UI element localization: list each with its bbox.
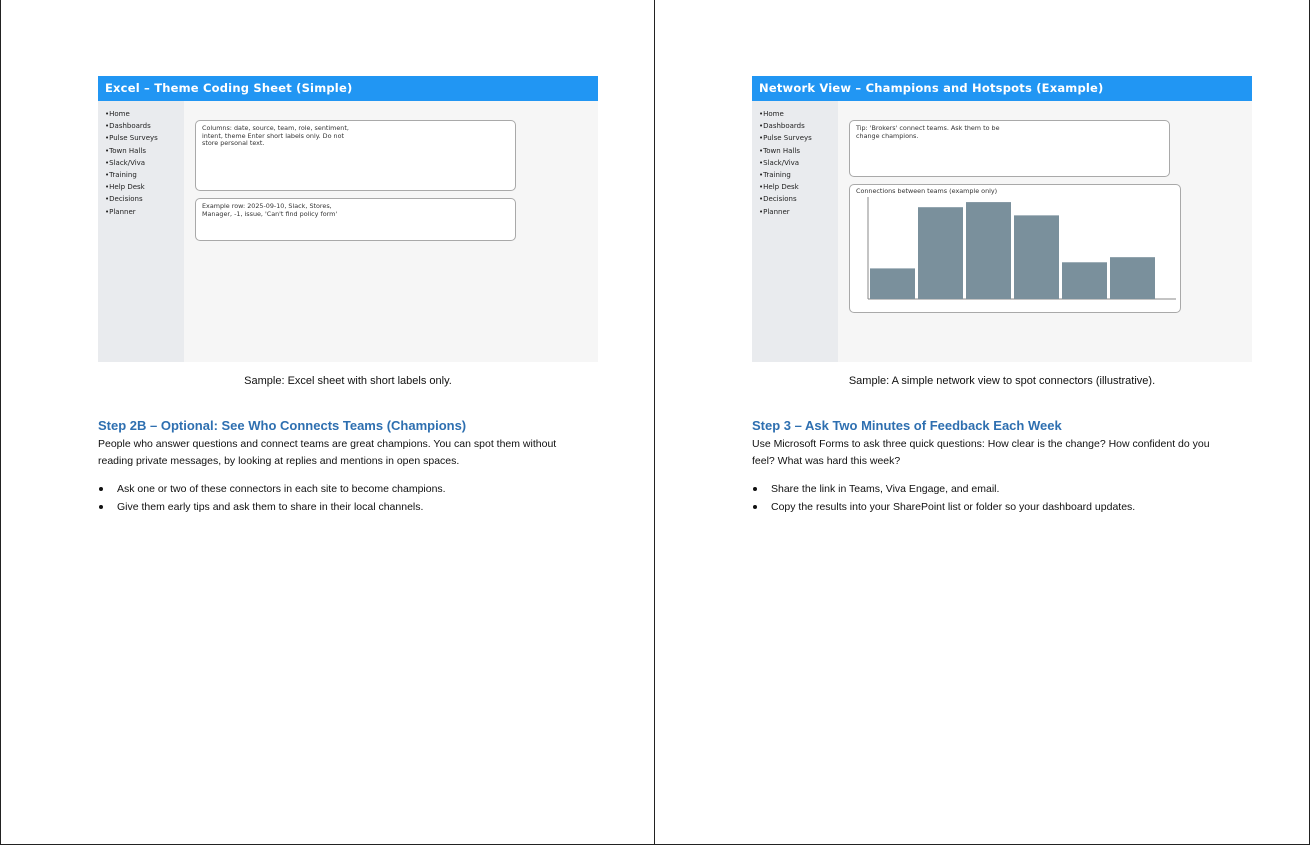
excel-sheet-figure: Excel – Theme Coding Sheet (Simple) Home…	[98, 76, 598, 362]
sidebar-item-slack-viva: Slack/Viva	[105, 157, 184, 169]
sidebar-item-pulse-surveys: Pulse Surveys	[105, 132, 184, 144]
list-item: Share the link in Teams, Viva Engage, an…	[752, 480, 1232, 498]
document-page-right: Network View – Champions and Hotspots (E…	[654, 0, 1310, 845]
sidebar-item-planner: Planner	[105, 206, 184, 218]
sidebar-item-help-desk: Help Desk	[759, 181, 838, 193]
sidebar-item-dashboards: Dashboards	[105, 120, 184, 132]
list-item: Ask one or two of these connectors in ea…	[98, 480, 578, 498]
chart-bar	[1062, 262, 1107, 299]
sidebar-list: Home Dashboards Pulse Surveys Town Halls…	[752, 101, 838, 218]
sidebar-item-training: Training	[105, 169, 184, 181]
figure-title: Network View – Champions and Hotspots (E…	[752, 76, 1252, 101]
figure-title: Excel – Theme Coding Sheet (Simple)	[98, 76, 598, 101]
sidebar-item-town-halls: Town Halls	[759, 145, 838, 157]
sidebar-item-dashboards: Dashboards	[759, 120, 838, 132]
sidebar-item-pulse-surveys: Pulse Surveys	[759, 132, 838, 144]
connections-chart-card: Connections between teams (example only)	[849, 184, 1181, 313]
section-paragraph: Use Microsoft Forms to ask three quick q…	[752, 438, 1210, 467]
chart-bar	[918, 207, 963, 299]
sidebar-item-decisions: Decisions	[759, 193, 838, 205]
columns-note-text: Columns: date, source, team, role, senti…	[202, 124, 349, 148]
sidebar-item-home: Home	[105, 108, 184, 120]
chart-bar	[870, 268, 915, 299]
bullet-list: Share the link in Teams, Viva Engage, an…	[752, 480, 1232, 516]
columns-note-card: Columns: date, source, team, role, senti…	[195, 120, 516, 191]
section-paragraph: People who answer questions and connect …	[98, 438, 557, 467]
list-item: Copy the results into your SharePoint li…	[752, 498, 1232, 516]
network-view-figure: Network View – Champions and Hotspots (E…	[752, 76, 1252, 362]
sidebar-item-training: Training	[759, 169, 838, 181]
bar-chart	[867, 197, 1176, 300]
sidebar-item-decisions: Decisions	[105, 193, 184, 205]
example-row-card: Example row: 2025-09-10, Slack, Stores, …	[195, 198, 516, 241]
document-page-left: Excel – Theme Coding Sheet (Simple) Home…	[0, 0, 655, 845]
section-heading: Step 3 – Ask Two Minutes of Feedback Eac…	[752, 418, 1062, 433]
figure-caption: Sample: A simple network view to spot co…	[848, 375, 1156, 387]
sidebar-list: Home Dashboards Pulse Surveys Town Halls…	[98, 101, 184, 218]
bullet-list: Ask one or two of these connectors in ea…	[98, 480, 578, 516]
sidebar-item-planner: Planner	[759, 206, 838, 218]
sidebar-item-home: Home	[759, 108, 838, 120]
chart-bar	[966, 202, 1011, 299]
sidebar-item-town-halls: Town Halls	[105, 145, 184, 157]
section-heading: Step 2B – Optional: See Who Connects Tea…	[98, 418, 467, 433]
chart-bar	[1014, 215, 1059, 299]
figure-sidebar: Home Dashboards Pulse Surveys Town Halls…	[752, 101, 838, 362]
tip-card: Tip: 'Brokers' connect teams. Ask them t…	[849, 120, 1170, 177]
figure-sidebar: Home Dashboards Pulse Surveys Town Halls…	[98, 101, 184, 362]
sidebar-item-slack-viva: Slack/Viva	[759, 157, 838, 169]
example-row-text: Example row: 2025-09-10, Slack, Stores, …	[202, 202, 338, 218]
tip-text: Tip: 'Brokers' connect teams. Ask them t…	[856, 124, 1000, 140]
sidebar-item-help-desk: Help Desk	[105, 181, 184, 193]
chart-bar	[1110, 257, 1155, 299]
figure-caption: Sample: Excel sheet with short labels on…	[244, 375, 452, 387]
list-item: Give them early tips and ask them to sha…	[98, 498, 578, 516]
